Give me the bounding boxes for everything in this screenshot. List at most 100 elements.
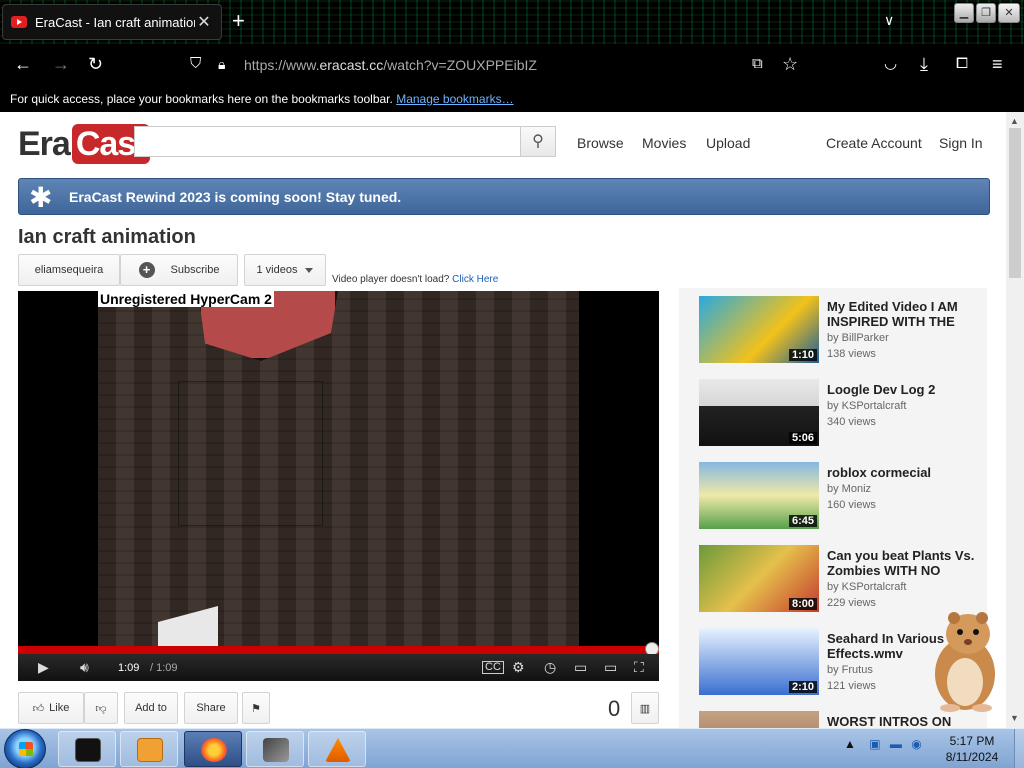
play-icon[interactable]: ▶	[38, 659, 49, 675]
channel-subscribe-strip: eliamsequeira + Subscribe 1 videos	[18, 254, 326, 286]
related-video-author[interactable]: by KSPortalcraft	[827, 581, 906, 593]
video-scene-corner	[158, 606, 218, 646]
video-scene-window	[178, 381, 323, 526]
seek-bar-progress	[18, 646, 659, 654]
reload-icon[interactable]: ↻	[88, 54, 103, 74]
flag-icon: ⚑	[251, 702, 261, 715]
current-time: 1:09	[118, 662, 140, 674]
new-tab-button[interactable]: +	[232, 10, 245, 32]
large-player-icon[interactable]: ▭	[604, 659, 617, 675]
nav-upload-link[interactable]: Upload	[706, 135, 750, 151]
share-button[interactable]: Share	[184, 692, 238, 724]
forward-arrow-icon[interactable]: →	[52, 54, 70, 74]
taskbar-clock[interactable]: 5:17 PM 8/11/2024	[932, 733, 1012, 765]
tab-close-icon[interactable]: ✕	[195, 12, 213, 32]
video-frame[interactable]: Unregistered HyperCam 2	[98, 291, 579, 646]
related-video-thumbnail[interactable]: 5:06	[699, 379, 819, 446]
related-video-thumbnail[interactable]: 8:00	[699, 545, 819, 612]
search-input[interactable]	[134, 126, 521, 157]
related-video-title[interactable]: roblox cormecial	[827, 465, 977, 480]
tray-display-icon[interactable]: ▬	[890, 737, 902, 751]
related-video-title[interactable]: My Edited Video I AM INSPIRED WITH THE	[827, 299, 977, 329]
taskbar-app-computer[interactable]	[58, 731, 116, 767]
related-video-title[interactable]: Can you beat Plants Vs. Zombies WITH NO	[827, 548, 977, 578]
volume-icon[interactable]: 🔊︎	[80, 659, 89, 675]
bookmark-star-icon[interactable]: ☆	[782, 54, 798, 74]
minimize-button[interactable]: ▁	[954, 3, 974, 23]
taskbar-app-firefox[interactable]	[184, 731, 242, 767]
address-bar[interactable]: ⛉ 🔒︎ https://www.eracast.cc/watch?v=ZOUX…	[180, 52, 810, 78]
eracast-favicon-icon	[11, 16, 27, 28]
hamster-desktop-pet[interactable]	[920, 604, 1010, 714]
fullscreen-icon[interactable]: ⛶	[634, 659, 644, 675]
channel-name-button[interactable]: eliamsequeira	[18, 254, 120, 286]
related-video-title[interactable]: WORST INTROS ON	[827, 714, 977, 728]
search-button[interactable]: ⚲	[520, 126, 556, 157]
related-video-views: 138 views	[827, 348, 876, 360]
related-video-item[interactable]: 5:06 Loogle Dev Log 2 by KSPortalcraft 340 …	[699, 379, 989, 449]
related-video-title[interactable]: Loogle Dev Log 2	[827, 382, 977, 397]
taskbar-app-media-player[interactable]	[120, 731, 178, 767]
related-video-thumbnail[interactable]: 6:45	[699, 462, 819, 529]
close-window-button[interactable]: ✕	[998, 3, 1020, 23]
eracast-logo[interactable]: Era Cast	[18, 124, 150, 164]
browser-tab-active[interactable]: EraCast - Ian craft animation ✕	[2, 4, 222, 40]
taskbar-app-hypercam[interactable]	[246, 731, 304, 767]
create-account-link[interactable]: Create Account	[826, 135, 922, 151]
extensions-icon[interactable]: ⧠	[956, 54, 968, 74]
bar-chart-icon: ▥	[639, 702, 651, 715]
related-video-item[interactable]: 1:10 My Edited Video I AM INSPIRED WITH T…	[699, 296, 989, 366]
pocket-icon[interactable]: ◡	[884, 54, 897, 74]
statistics-button[interactable]: ▥	[631, 692, 659, 724]
add-to-button[interactable]: Add to	[124, 692, 178, 724]
like-button[interactable]: 👍︎ Like	[18, 692, 84, 724]
related-video-author[interactable]: by Frutus	[827, 664, 873, 676]
nav-browse-link[interactable]: Browse	[577, 135, 624, 151]
related-video-thumbnail[interactable]	[699, 711, 819, 728]
like-label: Like	[49, 702, 70, 714]
scroll-down-arrow-icon[interactable]: ▼	[1010, 713, 1019, 723]
menu-hamburger-icon[interactable]: ≡	[992, 54, 1003, 74]
videos-count-dropdown[interactable]: 1 videos	[244, 254, 326, 286]
captions-icon[interactable]: CC	[482, 661, 504, 674]
related-video-author[interactable]: by KSPortalcraft	[827, 400, 906, 412]
related-video-duration: 5:06	[788, 432, 817, 444]
tab-list-chevron-icon[interactable]: ∨	[884, 12, 894, 29]
plus-icon: +	[138, 262, 155, 278]
click-here-link[interactable]: Click Here	[452, 274, 498, 285]
videos-count-label: 1 videos	[256, 264, 298, 276]
related-video-thumbnail[interactable]: 2:10	[699, 628, 819, 695]
related-video-item[interactable]: 6:45 roblox cormecial by Moniz 160 views	[699, 462, 989, 532]
nav-movies-link[interactable]: Movies	[642, 135, 686, 151]
picture-in-picture-icon[interactable]: ⧉	[752, 54, 763, 74]
tray-network-icon[interactable]: ▣	[869, 737, 880, 751]
subscribe-button[interactable]: + Subscribe	[120, 254, 238, 286]
related-video-author[interactable]: by BillParker	[827, 332, 889, 344]
scrollbar-thumb[interactable]	[1009, 128, 1021, 278]
settings-gear-icon[interactable]: ⚙	[512, 659, 525, 675]
tray-expand-icon[interactable]: ▲	[844, 737, 856, 751]
scroll-up-arrow-icon[interactable]: ▲	[1010, 116, 1019, 126]
dislike-button[interactable]: 👎︎	[84, 692, 118, 724]
flag-button[interactable]: ⚑	[242, 692, 270, 724]
show-desktop-button[interactable]	[1014, 729, 1024, 768]
related-video-author[interactable]: by Moniz	[827, 483, 871, 495]
start-button[interactable]	[4, 729, 46, 768]
video-player[interactable]: Unregistered HyperCam 2 ▶ 🔊︎ 1:09 / 1:09…	[18, 291, 659, 681]
shield-icon[interactable]: ⛉	[190, 54, 201, 74]
tray-volume-icon[interactable]: ◉	[911, 737, 921, 751]
seek-bar[interactable]	[18, 642, 659, 656]
web-page: Era Cast ⚲ Browse Movies Upload Create A…	[0, 112, 1006, 728]
lock-icon[interactable]: 🔒︎	[218, 54, 225, 74]
related-video-thumbnail[interactable]: 1:10	[699, 296, 819, 363]
sign-in-link[interactable]: Sign In	[939, 135, 983, 151]
url-text: https://www.eracast.cc/watch?v=ZOUXPPEib…	[244, 57, 537, 73]
back-arrow-icon[interactable]: ←	[14, 54, 32, 74]
taskbar-app-vlc[interactable]	[308, 731, 366, 767]
watch-later-clock-icon[interactable]: ◷	[544, 659, 556, 675]
search-icon: ⚲	[532, 133, 544, 150]
downloads-icon[interactable]: ⤓	[920, 54, 928, 74]
restore-button[interactable]: ❐	[976, 3, 996, 23]
small-player-icon[interactable]: ▭	[574, 659, 587, 675]
manage-bookmarks-link[interactable]: Manage bookmarks…	[396, 92, 513, 106]
